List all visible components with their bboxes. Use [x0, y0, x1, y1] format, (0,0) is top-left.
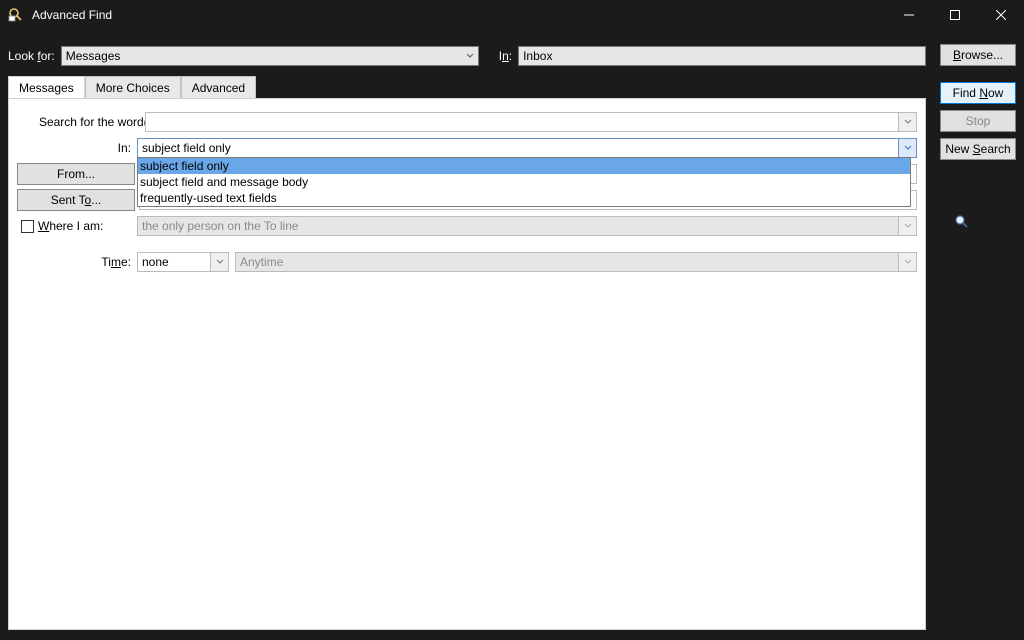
in-field-dropdown[interactable]: subject field only subject field and mes… — [137, 157, 911, 207]
where-i-am-label: Where I am: — [38, 219, 103, 233]
in-field-label: In: — [17, 141, 137, 155]
tabpanel-messages: Search for the word(s): In: subject fiel… — [8, 98, 926, 630]
lookfor-combo[interactable]: Messages — [61, 46, 479, 66]
from-button[interactable]: From... — [17, 163, 135, 185]
chevron-down-icon — [210, 253, 228, 271]
in-label-top: In: — [499, 49, 512, 63]
stop-button: Stop — [940, 110, 1016, 132]
in-field-combo[interactable]: subject field only — [137, 138, 917, 158]
new-search-button[interactable]: New Search — [940, 138, 1016, 160]
chevron-down-icon — [898, 113, 916, 131]
dropdown-option[interactable]: subject field and message body — [138, 174, 910, 190]
chevron-down-icon — [898, 217, 916, 235]
titlebar: Advanced Find — [0, 0, 1024, 30]
maximize-button[interactable] — [932, 0, 978, 30]
chevron-down-icon — [898, 139, 916, 157]
side-buttons: Browse... Find Now Stop New Search — [940, 44, 1016, 160]
toprow: Look for: Messages In: Inbox — [0, 40, 1024, 72]
search-words-combo[interactable] — [145, 112, 917, 132]
chevron-down-icon — [466, 49, 474, 63]
chevron-down-icon — [898, 253, 916, 271]
time-label: Time: — [17, 255, 137, 269]
lookfor-value: Messages — [66, 49, 121, 63]
tab-messages[interactable]: Messages — [8, 76, 85, 99]
time-range-value: Anytime — [240, 255, 283, 269]
where-i-am-value: the only person on the To line — [142, 219, 299, 233]
tab-more-choices[interactable]: More Choices — [85, 76, 181, 98]
where-i-am-checkbox[interactable] — [21, 220, 34, 233]
panel-wrap: Messages More Choices Advanced Search fo… — [8, 74, 926, 630]
tab-advanced[interactable]: Advanced — [181, 76, 256, 98]
time-combo[interactable]: none — [137, 252, 229, 272]
app-icon — [8, 7, 24, 23]
dropdown-option[interactable]: subject field only — [138, 158, 910, 174]
time-range-combo: Anytime — [235, 252, 917, 272]
in-field-value: subject field only — [142, 141, 231, 155]
dropdown-option[interactable]: frequently-used text fields — [138, 190, 910, 206]
minimize-button[interactable] — [886, 0, 932, 30]
sent-to-button[interactable]: Sent To... — [17, 189, 135, 211]
close-button[interactable] — [978, 0, 1024, 30]
cursor-icon — [954, 214, 970, 233]
browse-button[interactable]: Browse... — [940, 44, 1016, 66]
window-title: Advanced Find — [32, 8, 112, 22]
where-i-am-combo: the only person on the To line — [137, 216, 917, 236]
find-now-button[interactable]: Find Now — [940, 82, 1016, 104]
in-folder-field[interactable]: Inbox — [518, 46, 926, 66]
in-folder-value: Inbox — [523, 49, 552, 63]
lookfor-label: Look for: — [8, 49, 55, 63]
time-value: none — [142, 255, 169, 269]
tabs: Messages More Choices Advanced — [8, 74, 926, 98]
